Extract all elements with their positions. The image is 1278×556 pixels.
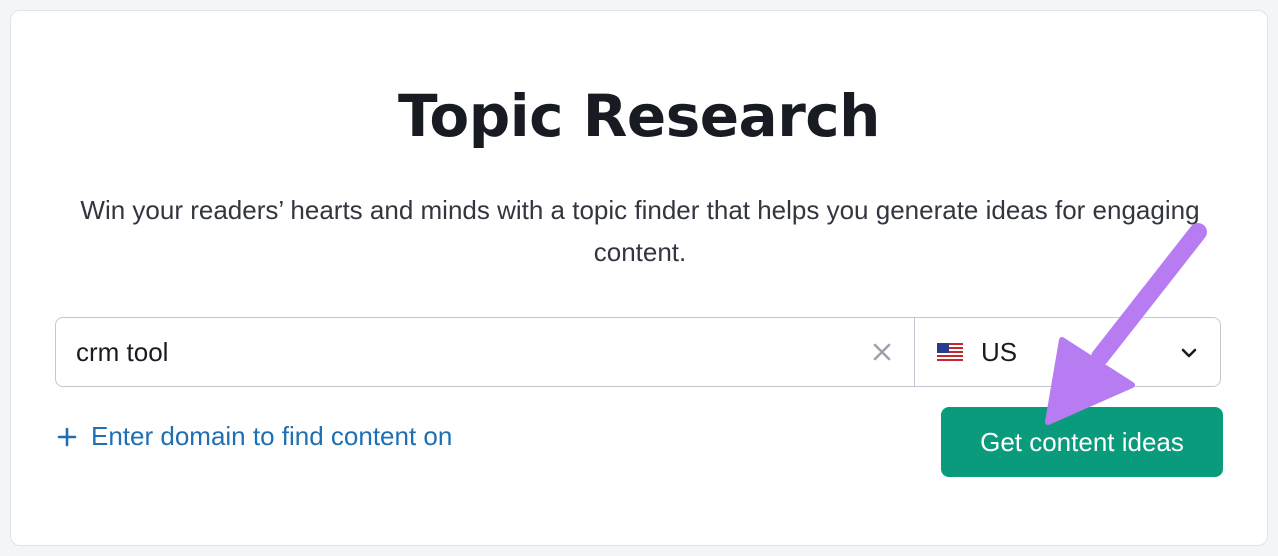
plus-icon	[57, 427, 77, 446]
chevron-down-icon	[1181, 348, 1197, 358]
get-content-ideas-button[interactable]: Get content ideas	[941, 407, 1223, 477]
enter-domain-label: Enter domain to find content on	[91, 421, 453, 451]
page-subtitle: Win your readers’ hearts and minds with …	[80, 195, 1200, 267]
close-icon[interactable]	[870, 340, 894, 364]
topic-research-card: Topic Research Win your readers’ hearts …	[10, 10, 1268, 546]
country-select[interactable]: US	[915, 318, 1220, 386]
page: Topic Research Win your readers’ hearts …	[0, 0, 1278, 556]
page-title: Topic Research	[398, 82, 880, 150]
enter-domain-link[interactable]: Enter domain to find content on	[57, 421, 452, 452]
topic-input-wrapper	[56, 318, 915, 386]
us-flag-icon	[937, 343, 963, 361]
search-bar: US	[55, 317, 1221, 387]
topic-input[interactable]	[56, 322, 836, 382]
country-label: US	[981, 336, 1018, 367]
